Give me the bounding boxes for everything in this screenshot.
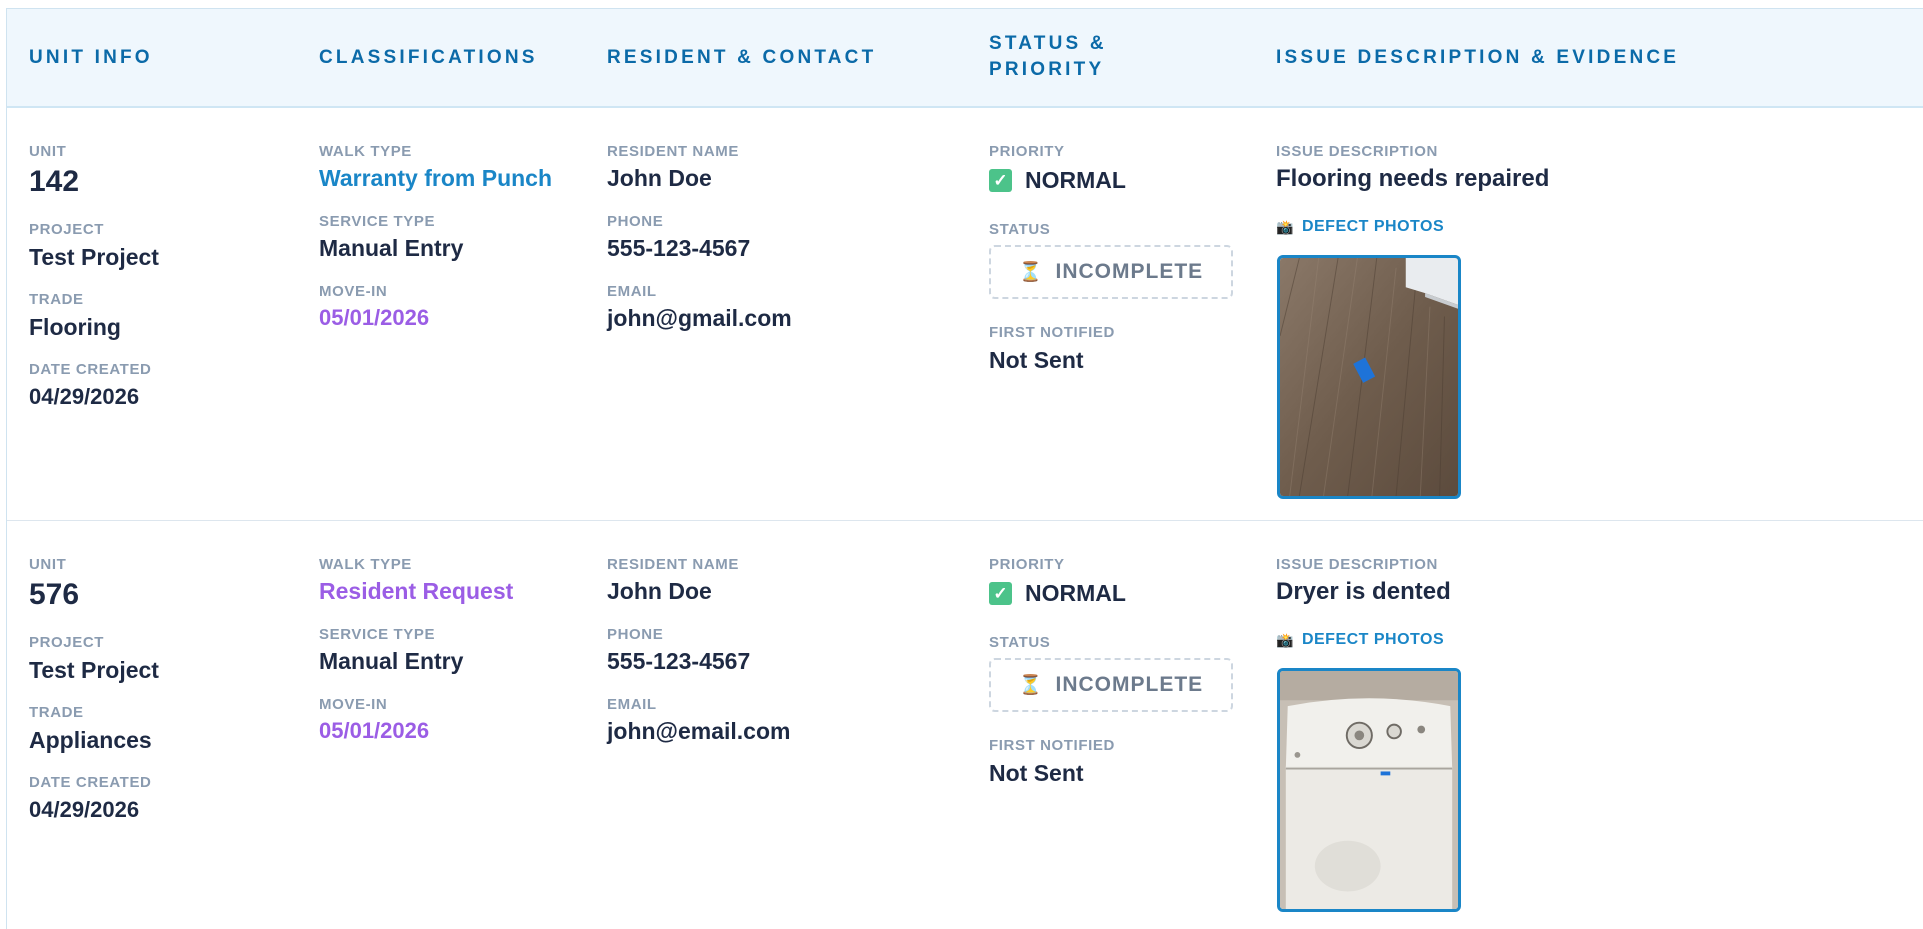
- date-created-label: DATE CREATED: [29, 361, 152, 378]
- defect-photos-link[interactable]: 📸 DEFECT PHOTOS: [1276, 218, 1444, 236]
- email-value[interactable]: john@gmail.com: [607, 305, 792, 332]
- table-row[interactable]: UNIT 576 PROJECT Test Project TRADE Appl…: [7, 521, 1923, 929]
- flooring-photo[interactable]: [1277, 255, 1461, 499]
- move-in-label: MOVE-IN: [319, 283, 388, 300]
- unit-number: 576: [29, 578, 80, 611]
- first-notified-label: FIRST NOTIFIED: [989, 324, 1115, 341]
- project-label: PROJECT: [29, 634, 105, 651]
- service-type-value: Manual Entry: [319, 648, 464, 674]
- trade-value: Appliances: [29, 727, 152, 753]
- unit-label: UNIT: [29, 143, 67, 160]
- walk-type-value: Warranty from Punch: [319, 165, 553, 191]
- defect-photos-label: DEFECT PHOTOS: [1301, 631, 1445, 648]
- email-value[interactable]: john@email.com: [607, 718, 790, 745]
- phone-value[interactable]: 555-123-4567: [607, 648, 750, 675]
- first-notified-value: Not Sent: [989, 760, 1084, 786]
- header-resident-contact: RESIDENT & CONTACT: [607, 47, 877, 68]
- priority-label: PRIORITY: [989, 556, 1065, 573]
- status-value: INCOMPLETE: [1055, 260, 1204, 283]
- priority-label: PRIORITY: [989, 143, 1065, 160]
- service-type-label: SERVICE TYPE: [319, 626, 436, 643]
- move-in-value: 05/01/2026: [319, 718, 430, 743]
- service-type-value: Manual Entry: [319, 235, 464, 261]
- camera-icon: 📸: [1276, 218, 1294, 235]
- dryer-photo-image: [1280, 671, 1458, 909]
- unit-number: 142: [29, 165, 80, 198]
- table-row[interactable]: UNIT 142 PROJECT Test Project TRADE Floo…: [7, 108, 1923, 521]
- table-header: UNIT INFO CLASSIFICATIONS RESIDENT & CON…: [7, 9, 1923, 108]
- header-status-priority-line2: PRIORITY: [989, 59, 1105, 80]
- email-label: EMAIL: [607, 283, 657, 300]
- email-label: EMAIL: [607, 696, 657, 713]
- phone-label: PHONE: [607, 626, 664, 643]
- status-value: INCOMPLETE: [1055, 673, 1204, 696]
- trade-value: Flooring: [29, 314, 121, 340]
- camera-icon: 📸: [1276, 631, 1294, 648]
- issue-description-value: Flooring needs repaired: [1276, 165, 1550, 192]
- priority-value: NORMAL: [1025, 167, 1126, 193]
- service-type-label: SERVICE TYPE: [319, 213, 436, 230]
- move-in-value: 05/01/2026: [319, 305, 430, 330]
- status-badge[interactable]: ⏳ INCOMPLETE: [989, 245, 1233, 299]
- dryer-photo[interactable]: [1277, 668, 1461, 912]
- work-orders-table: UNIT INFO CLASSIFICATIONS RESIDENT & CON…: [6, 8, 1923, 929]
- status-label: STATUS: [989, 634, 1051, 651]
- first-notified-value: Not Sent: [989, 347, 1084, 373]
- date-created-label: DATE CREATED: [29, 774, 152, 791]
- header-status-priority-line1: STATUS &: [989, 33, 1107, 54]
- hourglass-icon: ⏳: [1018, 262, 1044, 283]
- issue-description-value: Dryer is dented: [1276, 578, 1451, 605]
- trade-label: TRADE: [29, 291, 84, 308]
- check-icon: ✓: [989, 582, 1012, 605]
- resident-name-label: RESIDENT NAME: [607, 556, 739, 573]
- first-notified-label: FIRST NOTIFIED: [989, 737, 1115, 754]
- issue-description-label: ISSUE DESCRIPTION: [1276, 556, 1438, 573]
- trade-label: TRADE: [29, 704, 84, 721]
- priority-badge: ✓ NORMAL: [989, 167, 1126, 194]
- defect-photos-link[interactable]: 📸 DEFECT PHOTOS: [1276, 631, 1444, 649]
- resident-name-label: RESIDENT NAME: [607, 143, 739, 160]
- date-created-value: 04/29/2026: [29, 797, 140, 822]
- header-classifications: CLASSIFICATIONS: [319, 47, 538, 68]
- phone-label: PHONE: [607, 213, 664, 230]
- unit-label: UNIT: [29, 556, 67, 573]
- move-in-label: MOVE-IN: [319, 696, 388, 713]
- priority-badge: ✓ NORMAL: [989, 580, 1126, 607]
- header-status-priority: STATUS & PRIORITY: [989, 31, 1107, 83]
- date-created-value: 04/29/2026: [29, 384, 140, 409]
- defect-photos-label: DEFECT PHOTOS: [1301, 218, 1445, 235]
- status-label: STATUS: [989, 221, 1051, 238]
- project-label: PROJECT: [29, 221, 105, 238]
- walk-type-label: WALK TYPE: [319, 143, 412, 160]
- walk-type-value: Resident Request: [319, 578, 514, 604]
- priority-value: NORMAL: [1025, 580, 1126, 606]
- header-unit-info: UNIT INFO: [29, 47, 153, 68]
- project-value: Test Project: [29, 244, 159, 270]
- resident-name-value: John Doe: [607, 165, 712, 191]
- project-value: Test Project: [29, 657, 159, 683]
- issue-description-label: ISSUE DESCRIPTION: [1276, 143, 1438, 160]
- phone-value[interactable]: 555-123-4567: [607, 235, 750, 262]
- status-badge[interactable]: ⏳ INCOMPLETE: [989, 658, 1233, 712]
- flooring-photo-image: [1280, 258, 1458, 496]
- hourglass-icon: ⏳: [1018, 675, 1044, 696]
- header-issue-description: ISSUE DESCRIPTION & EVIDENCE: [1276, 47, 1680, 68]
- walk-type-label: WALK TYPE: [319, 556, 412, 573]
- resident-name-value: John Doe: [607, 578, 712, 604]
- check-icon: ✓: [989, 169, 1012, 192]
